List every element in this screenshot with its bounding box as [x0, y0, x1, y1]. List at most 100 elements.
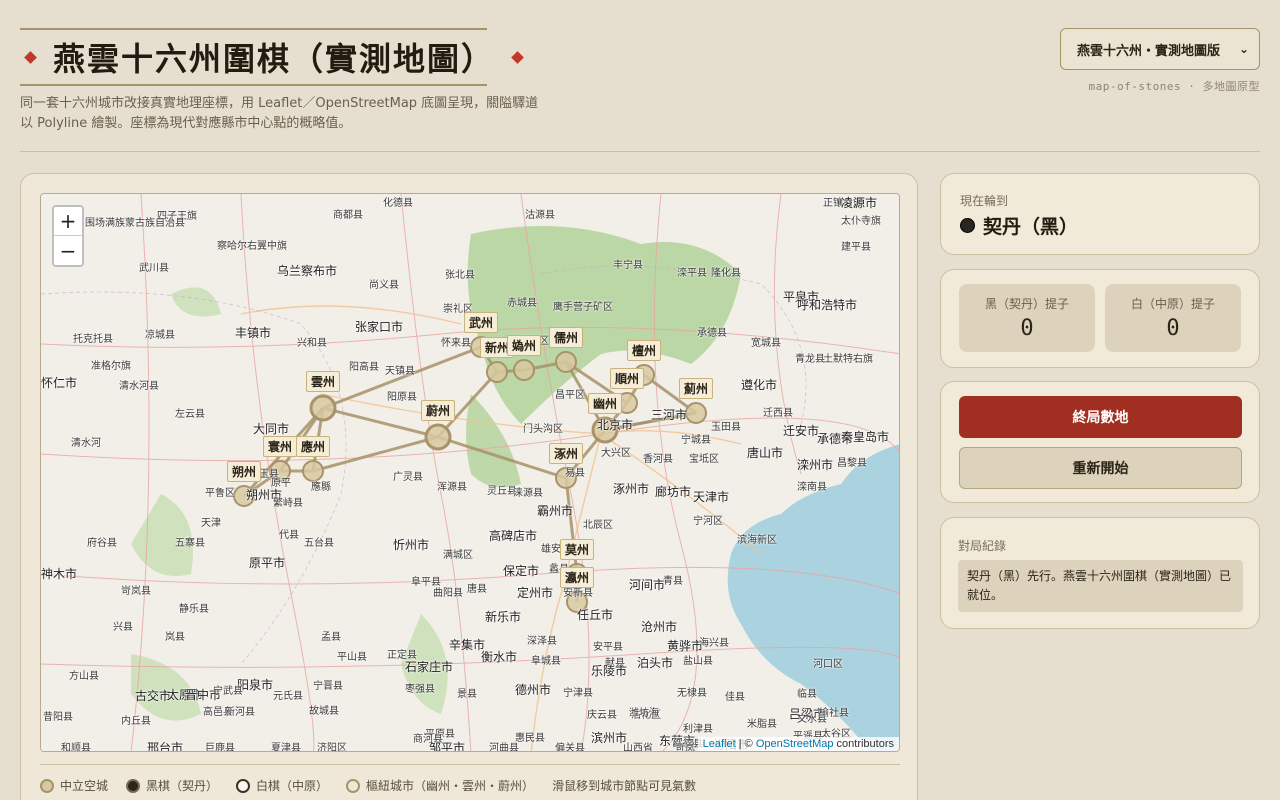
- restart-button[interactable]: 重新開始: [959, 447, 1242, 489]
- place-label: 石家庄市: [405, 660, 454, 674]
- place-label: 宁武县: [213, 686, 243, 697]
- place-label: 昌平区: [555, 390, 585, 401]
- place-label: 邹平市: [429, 741, 466, 752]
- place-label: 五台县: [304, 538, 334, 549]
- place-label: 隆化县: [711, 268, 741, 279]
- legend-item-hub: 樞紐城市（幽州・雲州・蔚州）: [346, 777, 534, 794]
- place-label: 海兴县: [699, 638, 729, 649]
- place-label: 易县: [565, 468, 585, 479]
- log-title: 對局紀錄: [958, 539, 1007, 553]
- city-node-xin[interactable]: [486, 361, 508, 383]
- title-frame: 燕雲十六州圍棋（實測地圖）: [20, 28, 524, 86]
- place-label: 府谷县: [87, 538, 117, 549]
- place-label: 赤城县: [507, 298, 537, 309]
- white-captures-label: 白（中原）提子: [1130, 297, 1215, 311]
- leaflet-link[interactable]: Leaflet: [703, 738, 736, 750]
- place-label: 宽城县: [751, 338, 781, 349]
- hub-ring-icon: [346, 778, 361, 793]
- place-label: 尚义县: [369, 280, 399, 291]
- page-title: 燕雲十六州圍棋（實測地圖）: [53, 40, 496, 78]
- zoom-in-button[interactable]: +: [54, 207, 82, 236]
- map-version-select-value: 燕雲十六州・實測地圖版: [1077, 43, 1221, 59]
- place-label: 涞源县: [513, 488, 543, 499]
- page-subtitle: 同一套十六州城市改接真實地理座標，用 Leaflet／OpenStreetMap…: [20, 96, 539, 131]
- place-label: 宁晋县: [313, 681, 343, 692]
- place-label: 迁西县: [763, 408, 793, 419]
- place-label: 潍坊海: [629, 708, 659, 719]
- place-label: 新乐市: [485, 610, 522, 624]
- city-node-gui[interactable]: [513, 359, 535, 381]
- place-label: 涿州市: [613, 482, 650, 496]
- place-label: 故城县: [309, 706, 339, 717]
- place-label: 昔阳县: [43, 712, 73, 723]
- place-label: 承德县: [697, 328, 727, 339]
- place-label: 原平市: [249, 556, 286, 570]
- place-label: 怀来县: [441, 338, 471, 349]
- place-label: 沽源县: [525, 210, 555, 221]
- place-label: 滦州市: [797, 458, 834, 472]
- legend-item-neutral: 中立空城: [40, 777, 108, 794]
- place-label: 阳原县: [387, 392, 417, 403]
- place-label: 化德县: [383, 198, 413, 209]
- place-label: 土默特右旗: [823, 354, 873, 365]
- place-label: 平山县: [337, 652, 367, 663]
- city-label-ying: 應州: [295, 436, 331, 457]
- diamond-ornament-right: [511, 50, 524, 64]
- map-version-select[interactable]: 燕雲十六州・實測地圖版 ⌄: [1060, 28, 1260, 70]
- place-label: 和顺县: [61, 743, 91, 752]
- city-node-wei[interactable]: [424, 423, 452, 451]
- zoom-out-button[interactable]: −: [54, 236, 82, 265]
- map-panel: 四子王旗 商都县 化德县 沽源县 正镶白旗 太仆寺旗 围场满族蒙古族自治县 承德市 宁城县 凌源市…: [20, 173, 918, 800]
- city-node-ji[interactable]: [685, 402, 707, 424]
- actions-card: 終局數地 重新開始: [940, 381, 1260, 503]
- place-label: 静乐县: [179, 604, 209, 615]
- tagline: map-of-stones · 多地圖原型: [1088, 80, 1260, 93]
- place-label: 凌源市: [841, 196, 878, 210]
- city-label-wei: 蔚州: [420, 400, 456, 421]
- place-label: 呼和浩特市: [797, 298, 858, 312]
- city-label-ji: 薊州: [678, 378, 714, 399]
- score-button[interactable]: 終局數地: [959, 396, 1242, 438]
- city-label-yingz: 瀛州: [559, 567, 595, 588]
- page-header: 燕雲十六州圍棋（實測地圖） 同一套十六州城市改接真實地理座標，用 Leaflet…: [20, 28, 1260, 152]
- place-label: 方山县: [69, 671, 99, 682]
- map-legend: 中立空城 黑棋（契丹） 白棋（中原） 樞紐城市（幽州・雲州・蔚州） 滑鼠移到城市…: [40, 764, 900, 794]
- place-label: 丰宁县: [613, 260, 643, 271]
- place-label: 宝坻区: [689, 454, 719, 465]
- place-label: 大同市: [253, 422, 290, 436]
- place-label: 五寨县: [175, 538, 205, 549]
- place-label: 夏津县: [271, 743, 301, 752]
- place-label: 宁城县: [681, 435, 711, 446]
- city-node-ru[interactable]: [555, 351, 577, 373]
- place-label: 岢岚: [675, 743, 695, 752]
- place-label: 清水河县: [119, 381, 159, 392]
- place-label: 偏关县: [555, 743, 585, 752]
- place-label: 无棣县: [677, 688, 707, 699]
- place-label: 巨鹿县: [205, 743, 235, 752]
- place-label: 丰镇市: [235, 326, 272, 340]
- city-label-wu: 武州: [463, 312, 499, 333]
- osm-link[interactable]: OpenStreetMap: [756, 738, 834, 750]
- place-label: 浑源县: [437, 482, 467, 493]
- place-label: 平鲁区: [205, 488, 235, 499]
- place-label: 任丘市: [577, 608, 614, 622]
- white-captures-value: 0: [1166, 316, 1180, 341]
- leaflet-map[interactable]: 四子王旗 商都县 化德县 沽源县 正镶白旗 太仆寺旗 围场满族蒙古族自治县 承德市 宁城县 凌源市…: [40, 193, 900, 752]
- city-label-shuo: 朔州: [226, 461, 262, 482]
- place-label: 應縣: [311, 482, 331, 493]
- city-label-shun: 順州: [609, 368, 645, 389]
- place-label: 繁峙县: [273, 498, 303, 509]
- game-log-card: 對局紀錄 契丹（黑）先行。燕雲十六州圍棋（實測地圖）已就位。: [940, 517, 1260, 629]
- place-label: 宁河区: [693, 516, 723, 527]
- place-label: 廊坊市: [655, 485, 692, 499]
- place-label: 滨海新区: [737, 535, 777, 546]
- place-label: 张家口市: [355, 320, 404, 334]
- place-label: 滦南县: [797, 482, 827, 493]
- place-label: 乐陵市: [591, 664, 628, 678]
- city-node-yun[interactable]: [309, 394, 337, 422]
- turn-indicator: 契丹（黑）: [960, 212, 1078, 239]
- place-label: 张北县: [445, 270, 475, 281]
- turn-label: 現在輪到: [960, 194, 1009, 208]
- black-captures-label: 黑（契丹）提子: [984, 297, 1069, 311]
- place-label: 孟县: [321, 632, 341, 643]
